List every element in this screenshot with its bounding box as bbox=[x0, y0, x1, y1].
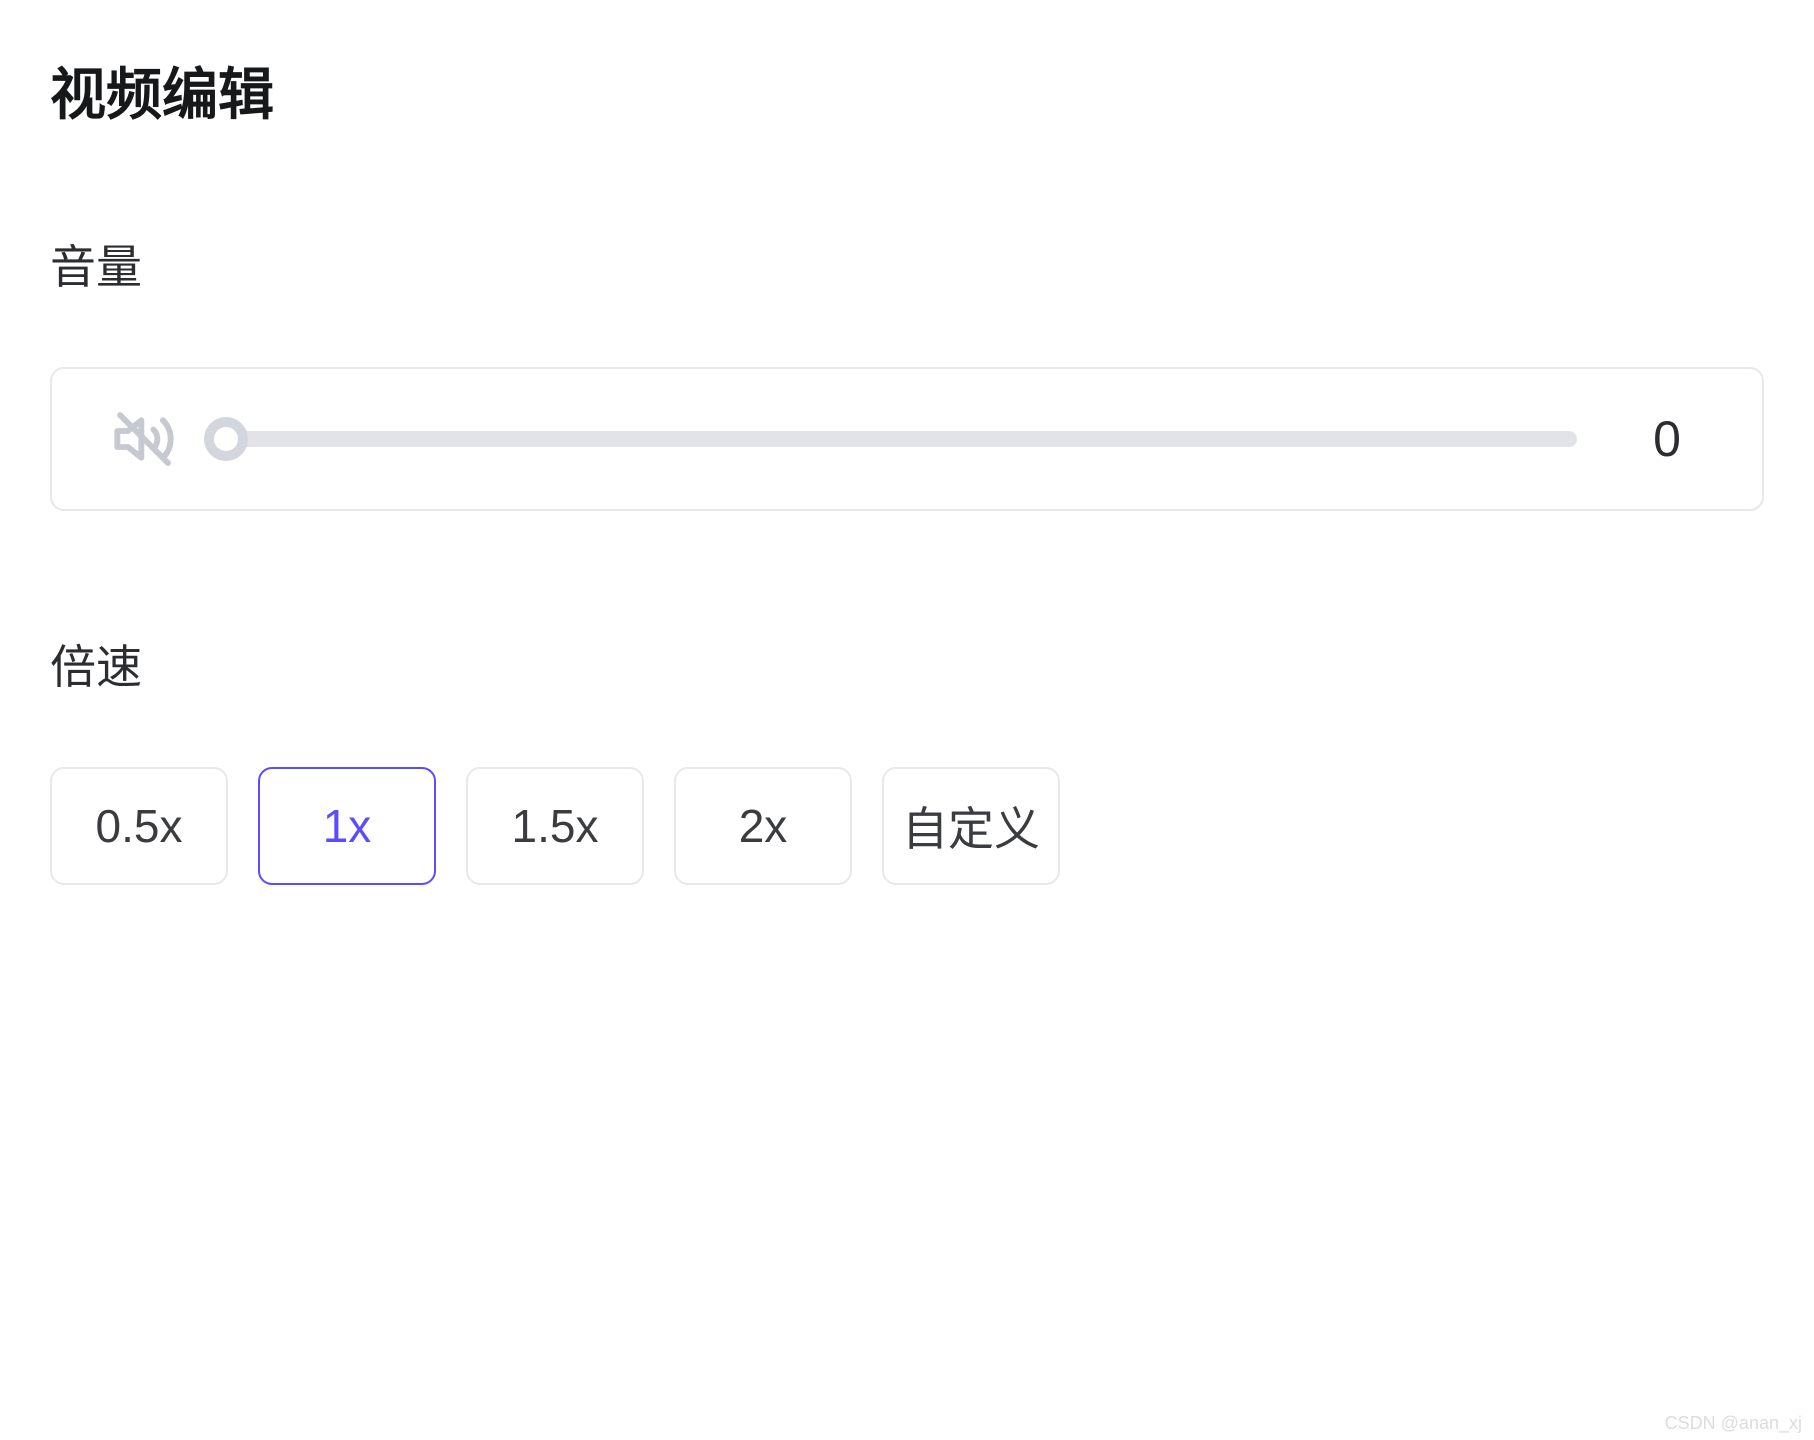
speed-options: 0.5x 1x 1.5x 2x 自定义 bbox=[50, 767, 1764, 885]
volume-value: 0 bbox=[1627, 410, 1707, 468]
volume-label: 音量 bbox=[50, 231, 1764, 297]
speed-button-4[interactable]: 自定义 bbox=[882, 767, 1060, 885]
slider-thumb[interactable] bbox=[204, 417, 248, 461]
watermark: CSDN @anan_xj bbox=[1665, 1413, 1802, 1434]
volume-slider[interactable] bbox=[226, 417, 1577, 461]
speed-button-2[interactable]: 1.5x bbox=[466, 767, 644, 885]
speed-section: 倍速 0.5x 1x 1.5x 2x 自定义 bbox=[50, 631, 1764, 885]
speed-button-0[interactable]: 0.5x bbox=[50, 767, 228, 885]
speed-label: 倍速 bbox=[50, 631, 1764, 697]
mute-icon[interactable] bbox=[112, 407, 176, 471]
speed-button-3[interactable]: 2x bbox=[674, 767, 852, 885]
page-title: 视频编辑 bbox=[50, 50, 1764, 131]
slider-track bbox=[226, 431, 1577, 447]
volume-control-box: 0 bbox=[50, 367, 1764, 511]
volume-section: 音量 0 bbox=[50, 231, 1764, 511]
speed-button-1[interactable]: 1x bbox=[258, 767, 436, 885]
